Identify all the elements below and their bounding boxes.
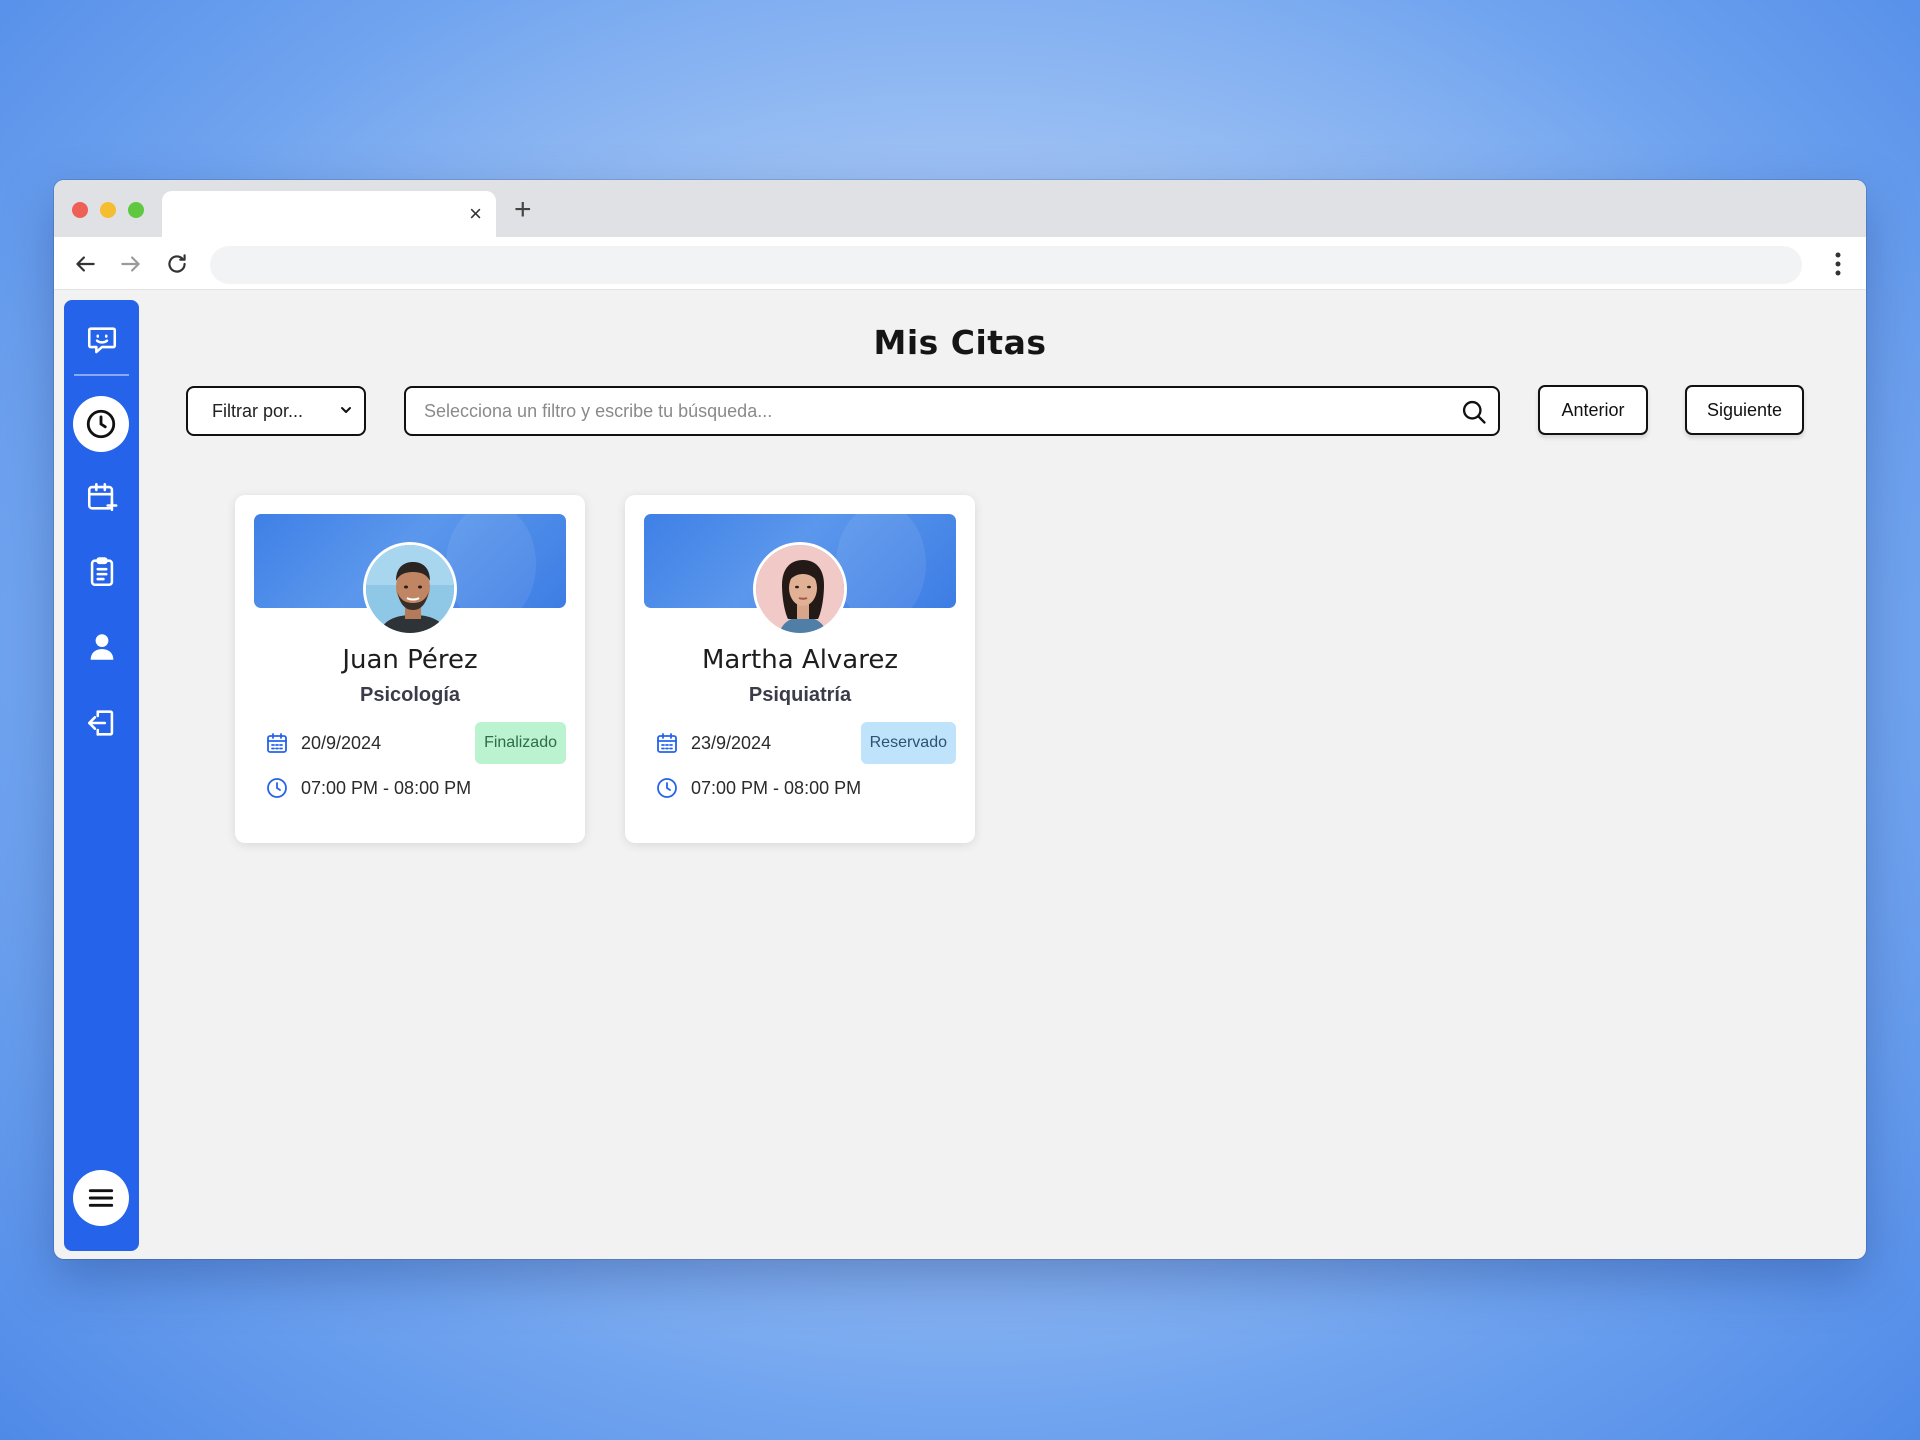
status-badge: Finalizado [475, 722, 566, 764]
reload-icon[interactable] [164, 251, 190, 277]
minimize-window-button[interactable] [100, 202, 116, 218]
appointment-date: 23/9/2024 [691, 733, 772, 753]
address-bar[interactable] [210, 246, 1802, 284]
browser-window: × + Mis Citas Filtrar por... Anter [54, 180, 1866, 1259]
chevron-down-icon [341, 407, 351, 413]
sidebar-divider [74, 374, 129, 376]
doctor-specialty: Psiquiatría [748, 684, 852, 706]
browser-toolbar [54, 237, 1866, 290]
browser-tab[interactable]: × [162, 191, 496, 237]
search-box [404, 386, 1500, 436]
sidebar [64, 300, 139, 1251]
new-tab-button[interactable]: + [514, 195, 532, 225]
hamburger-menu-icon [88, 1189, 114, 1207]
clipboard-icon[interactable] [85, 555, 119, 589]
doctor-avatar-martha [756, 545, 844, 633]
appointment-time: 07:00 PM - 08:00 PM [691, 778, 862, 798]
filter-select[interactable]: Filtrar por... [186, 386, 366, 436]
search-icon[interactable] [1460, 398, 1488, 426]
browser-tab-bar: × + [54, 180, 1866, 237]
avatar [363, 542, 457, 636]
clock-icon [267, 778, 287, 798]
doctor-avatar-juan [366, 545, 454, 633]
forward-arrow-icon[interactable] [118, 251, 144, 277]
hamburger-menu-button[interactable] [73, 1170, 129, 1226]
clock-icon [657, 778, 677, 798]
next-button[interactable]: Siguiente [1685, 385, 1804, 435]
appointment-date: 20/9/2024 [301, 733, 382, 753]
doctor-name: Juan Pérez [342, 645, 478, 675]
appointment-card[interactable]: Juan Pérez Psicología 20/9/2024 Finaliza… [235, 495, 585, 843]
user-icon[interactable] [85, 630, 119, 664]
avatar [753, 542, 847, 636]
sidebar-item-appointments[interactable] [73, 396, 129, 452]
calendar-icon [657, 733, 677, 753]
calendar-plus-icon[interactable] [85, 480, 119, 514]
page-title: Mis Citas [873, 323, 1047, 362]
back-arrow-icon[interactable] [72, 251, 98, 277]
appointment-card[interactable]: Martha Alvarez Psiquiatría 23/9/2024 Res… [625, 495, 975, 843]
clock-icon [86, 409, 116, 439]
doctor-name: Martha Alvarez [701, 645, 898, 675]
appointment-time: 07:00 PM - 08:00 PM [301, 778, 472, 798]
filter-select-value: Filtrar por... [212, 400, 304, 421]
close-window-button[interactable] [72, 202, 88, 218]
status-badge: Reservado [860, 722, 956, 764]
logout-icon[interactable] [85, 706, 119, 740]
maximize-window-button[interactable] [128, 202, 144, 218]
previous-button[interactable]: Anterior [1538, 385, 1648, 435]
browser-menu-icon[interactable] [1834, 251, 1842, 277]
calendar-icon [267, 733, 287, 753]
tab-close-icon[interactable]: × [469, 203, 482, 225]
doctor-specialty: Psicología [359, 684, 461, 706]
search-input[interactable] [424, 388, 1424, 434]
